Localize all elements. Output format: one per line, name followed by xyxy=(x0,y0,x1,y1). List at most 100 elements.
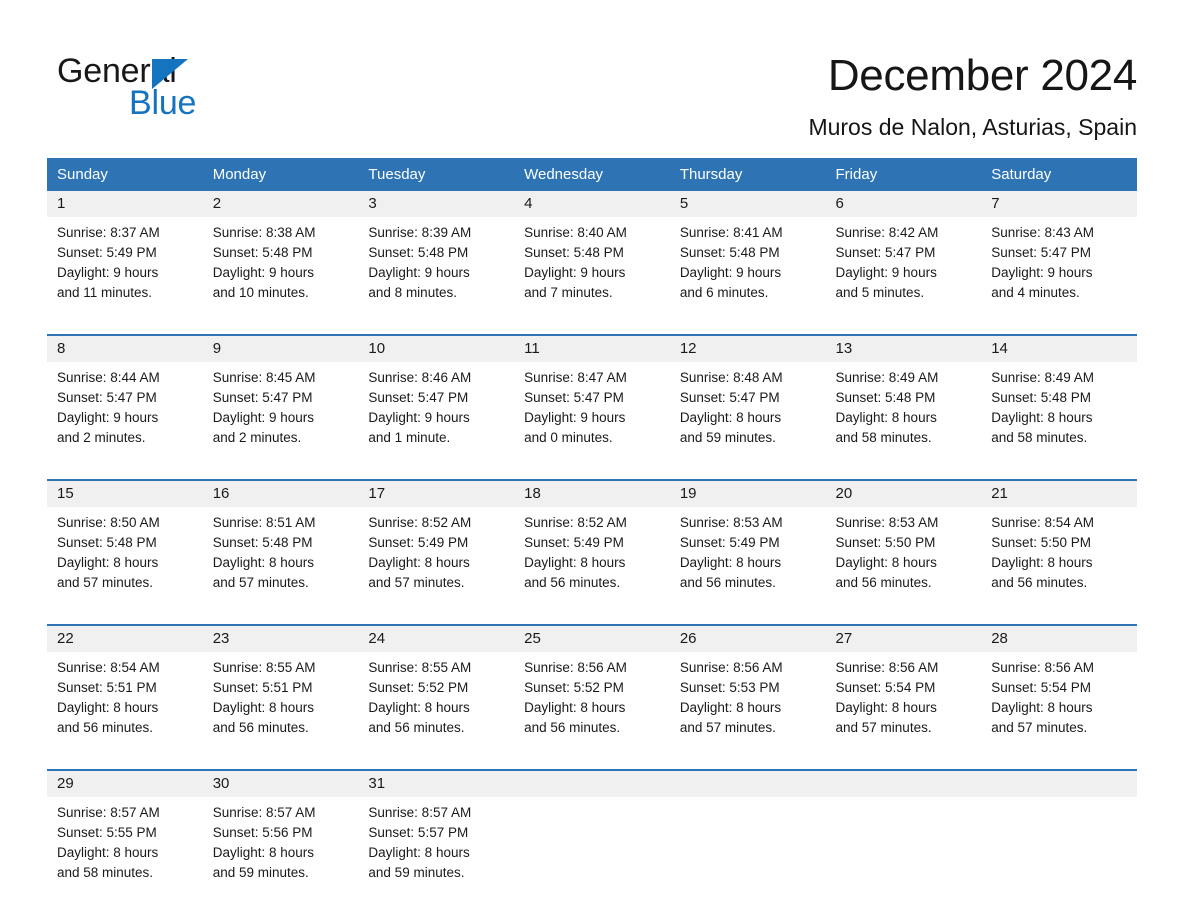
sunset-text: Sunset: 5:48 PM xyxy=(212,245,313,260)
day-detail[interactable]: Sunrise: 8:40 AM Sunset: 5:48 PM Daylight:… xyxy=(514,217,670,335)
day-detail[interactable]: Sunrise: 8:57 AM Sunset: 5:55 PM Daylight:… xyxy=(47,797,203,914)
daylight-minutes-text: and 58 minutes. xyxy=(835,430,932,445)
day-detail[interactable]: Sunrise: 8:56 AM Sunset: 5:52 PM Daylight:… xyxy=(514,652,670,770)
day-detail[interactable]: Sunrise: 8:41 AM Sunset: 5:48 PM Daylight:… xyxy=(669,217,826,335)
day-detail[interactable]: Sunrise: 8:52 AM Sunset: 5:49 PM Daylight:… xyxy=(514,507,670,625)
day-number[interactable]: 25 xyxy=(514,624,670,652)
day-number[interactable]: 9 xyxy=(202,334,359,362)
day-detail[interactable]: Sunrise: 8:54 AM Sunset: 5:51 PM Daylight:… xyxy=(47,652,203,770)
daylight-hours-text: Daylight: 8 hours xyxy=(57,845,159,860)
day-detail[interactable]: Sunrise: 8:48 AM Sunset: 5:47 PM Daylight:… xyxy=(669,362,826,480)
day-number[interactable]: 22 xyxy=(47,624,203,652)
day-number[interactable]: 14 xyxy=(981,334,1137,362)
day-number[interactable]: 29 xyxy=(47,769,203,797)
sunset-text: Sunset: 5:54 PM xyxy=(835,680,936,695)
day-detail[interactable]: Sunrise: 8:38 AM Sunset: 5:48 PM Daylight:… xyxy=(202,217,359,335)
week-daynumber-row: 22 23 24 25 26 27 28 xyxy=(47,624,1137,652)
day-detail[interactable]: Sunrise: 8:46 AM Sunset: 5:47 PM Daylight:… xyxy=(358,362,515,480)
day-number[interactable]: 4 xyxy=(514,191,670,217)
daylight-hours-text: Daylight: 9 hours xyxy=(679,265,782,280)
day-detail[interactable]: Sunrise: 8:53 AM Sunset: 5:49 PM Daylight:… xyxy=(669,507,826,625)
day-detail-empty xyxy=(825,797,982,914)
day-detail[interactable]: Sunrise: 8:55 AM Sunset: 5:51 PM Daylight:… xyxy=(202,652,359,770)
day-number[interactable]: 11 xyxy=(514,334,670,362)
day-number[interactable]: 7 xyxy=(981,191,1137,217)
day-detail[interactable]: Sunrise: 8:37 AM Sunset: 5:49 PM Daylight:… xyxy=(47,217,203,335)
week-daynumber-row: 1234567 xyxy=(47,191,1137,217)
sunset-text: Sunset: 5:47 PM xyxy=(991,245,1092,260)
day-detail[interactable]: Sunrise: 8:49 AM Sunset: 5:48 PM Daylight:… xyxy=(981,362,1137,480)
sunset-text: Sunset: 5:49 PM xyxy=(679,535,780,550)
day-number[interactable]: 6 xyxy=(825,191,982,217)
day-detail[interactable]: Sunrise: 8:51 AM Sunset: 5:48 PM Daylight:… xyxy=(202,507,359,625)
day-number[interactable]: 21 xyxy=(981,479,1137,507)
day-number[interactable]: 10 xyxy=(358,334,515,362)
day-detail[interactable]: Sunrise: 8:56 AM Sunset: 5:53 PM Daylight:… xyxy=(669,652,826,770)
day-number-empty xyxy=(514,769,670,797)
day-detail[interactable]: Sunrise: 8:49 AM Sunset: 5:48 PM Daylight:… xyxy=(825,362,982,480)
daylight-hours-text: Daylight: 8 hours xyxy=(835,555,937,570)
weekday-header-saturday: Saturday xyxy=(981,158,1137,191)
day-number[interactable]: 26 xyxy=(669,624,826,652)
day-detail[interactable]: Sunrise: 8:45 AM Sunset: 5:47 PM Daylight:… xyxy=(202,362,359,480)
day-detail[interactable]: Sunrise: 8:53 AM Sunset: 5:50 PM Daylight:… xyxy=(825,507,982,625)
daylight-minutes-text: and 57 minutes. xyxy=(57,575,154,590)
day-number[interactable]: 2 xyxy=(202,191,359,217)
day-number[interactable]: 15 xyxy=(47,479,203,507)
day-detail[interactable]: Sunrise: 8:47 AM Sunset: 5:47 PM Daylight:… xyxy=(514,362,670,480)
daylight-hours-text: Daylight: 8 hours xyxy=(679,410,782,425)
day-number[interactable]: 19 xyxy=(669,479,826,507)
day-detail[interactable]: Sunrise: 8:39 AM Sunset: 5:48 PM Daylight:… xyxy=(358,217,515,335)
sunset-text: Sunset: 5:52 PM xyxy=(524,680,624,695)
day-number[interactable]: 3 xyxy=(358,191,515,217)
day-number[interactable]: 13 xyxy=(825,334,982,362)
day-number[interactable]: 31 xyxy=(358,769,515,797)
sunset-text: Sunset: 5:48 PM xyxy=(212,535,313,550)
sunrise-text: Sunrise: 8:44 AM xyxy=(57,370,160,385)
sunset-text: Sunset: 5:55 PM xyxy=(57,825,157,840)
sunset-text: Sunset: 5:47 PM xyxy=(679,390,780,405)
daylight-hours-text: Daylight: 9 hours xyxy=(991,265,1093,280)
day-number[interactable]: 8 xyxy=(47,334,203,362)
sunrise-text: Sunrise: 8:52 AM xyxy=(368,515,472,530)
day-number-empty xyxy=(825,769,982,797)
day-detail[interactable]: Sunrise: 8:44 AM Sunset: 5:47 PM Daylight:… xyxy=(47,362,203,480)
day-detail[interactable]: Sunrise: 8:57 AM Sunset: 5:56 PM Daylight:… xyxy=(202,797,359,914)
day-number[interactable]: 30 xyxy=(202,769,359,797)
weekday-header-wednesday: Wednesday xyxy=(514,158,670,191)
sunrise-text: Sunrise: 8:55 AM xyxy=(368,660,472,675)
daylight-minutes-text: and 2 minutes. xyxy=(57,430,146,445)
day-number[interactable]: 17 xyxy=(358,479,515,507)
day-detail[interactable]: Sunrise: 8:57 AM Sunset: 5:57 PM Daylight:… xyxy=(358,797,515,914)
daylight-minutes-text: and 57 minutes. xyxy=(991,720,1088,735)
day-number[interactable]: 20 xyxy=(825,479,982,507)
sunrise-text: Sunrise: 8:56 AM xyxy=(835,660,939,675)
day-number[interactable]: 28 xyxy=(981,624,1137,652)
day-detail[interactable]: Sunrise: 8:50 AM Sunset: 5:48 PM Daylight:… xyxy=(47,507,203,625)
daylight-hours-text: Daylight: 9 hours xyxy=(835,265,937,280)
day-detail[interactable]: Sunrise: 8:42 AM Sunset: 5:47 PM Daylight:… xyxy=(825,217,982,335)
generalblue-logo[interactable]: General Blue xyxy=(57,52,257,122)
day-number[interactable]: 24 xyxy=(358,624,515,652)
daylight-minutes-text: and 57 minutes. xyxy=(368,575,465,590)
daylight-minutes-text: and 11 minutes. xyxy=(57,285,153,300)
day-number[interactable]: 27 xyxy=(825,624,982,652)
sunrise-text: Sunrise: 8:39 AM xyxy=(368,225,472,240)
day-number[interactable]: 12 xyxy=(669,334,826,362)
daylight-minutes-text: and 56 minutes. xyxy=(368,720,465,735)
day-detail[interactable]: Sunrise: 8:56 AM Sunset: 5:54 PM Daylight:… xyxy=(981,652,1137,770)
sunset-text: Sunset: 5:52 PM xyxy=(368,680,469,695)
day-number[interactable]: 1 xyxy=(47,191,203,217)
day-number[interactable]: 16 xyxy=(202,479,359,507)
day-detail[interactable]: Sunrise: 8:43 AM Sunset: 5:47 PM Daylight:… xyxy=(981,217,1137,335)
day-number[interactable]: 5 xyxy=(669,191,826,217)
day-detail[interactable]: Sunrise: 8:54 AM Sunset: 5:50 PM Daylight:… xyxy=(981,507,1137,625)
sunrise-text: Sunrise: 8:42 AM xyxy=(835,225,939,240)
day-number[interactable]: 23 xyxy=(202,624,359,652)
daylight-minutes-text: and 56 minutes. xyxy=(212,720,309,735)
daylight-minutes-text: and 56 minutes. xyxy=(679,575,776,590)
day-detail[interactable]: Sunrise: 8:55 AM Sunset: 5:52 PM Daylight:… xyxy=(358,652,515,770)
day-number[interactable]: 18 xyxy=(514,479,670,507)
day-detail[interactable]: Sunrise: 8:52 AM Sunset: 5:49 PM Daylight:… xyxy=(358,507,515,625)
day-detail[interactable]: Sunrise: 8:56 AM Sunset: 5:54 PM Daylight:… xyxy=(825,652,982,770)
